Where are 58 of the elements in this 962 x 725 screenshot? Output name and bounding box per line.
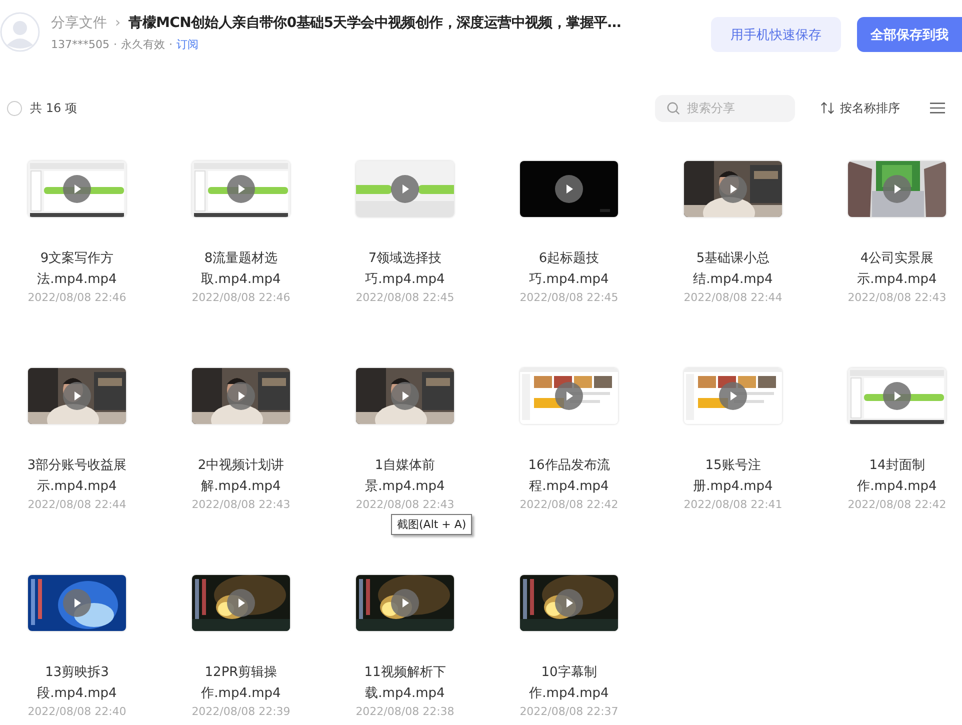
file-date: 2022/08/08 22:45 [520, 291, 618, 304]
subscribe-link[interactable]: 订阅 [176, 37, 198, 52]
sort-icon [820, 101, 835, 115]
save-all-button[interactable]: 全部保存到我 [857, 17, 962, 52]
file-name[interactable]: 4公司实景展示.mp4.mp4 [839, 248, 955, 290]
separator: · [169, 38, 172, 51]
file-date: 2022/08/08 22:43 [192, 498, 290, 511]
file-name[interactable]: 11视频解析下载.mp4.mp4 [347, 662, 463, 704]
owner-id: 137***505 [51, 38, 110, 51]
file-date: 2022/08/08 22:40 [28, 705, 126, 718]
file-date: 2022/08/08 22:44 [28, 498, 126, 511]
file-date: 2022/08/08 22:42 [520, 498, 618, 511]
file-date: 2022/08/08 22:39 [192, 705, 290, 718]
file-name[interactable]: 10字幕制作.mp4.mp4 [511, 662, 627, 704]
file-name[interactable]: 2中视频计划讲解.mp4.mp4 [183, 455, 299, 497]
file-name[interactable]: 1自媒体前景.mp4.mp4 [347, 455, 463, 497]
search-icon [666, 100, 681, 116]
file-name[interactable]: 6起标题技巧.mp4.mp4 [511, 248, 627, 290]
file-date: 2022/08/08 22:38 [356, 705, 454, 718]
item-count: 共 16 项 [30, 100, 77, 116]
validity: 永久有效 [121, 37, 165, 52]
file-name[interactable]: 7领域选择技巧.mp4.mp4 [347, 248, 463, 290]
file-date: 2022/08/08 22:43 [356, 498, 454, 511]
file-name[interactable]: 15账号注册.mp4.mp4 [675, 455, 791, 497]
play-icon[interactable] [391, 589, 419, 617]
play-icon[interactable] [227, 589, 255, 617]
file-date: 2022/08/08 22:43 [848, 291, 946, 304]
file-date: 2022/08/08 22:37 [520, 705, 618, 718]
separator: › [115, 15, 121, 31]
avatar [0, 12, 40, 52]
file-name[interactable]: 9文案写作方法.mp4.mp4 [19, 248, 135, 290]
file-name[interactable]: 5基础课小总结.mp4.mp4 [675, 248, 791, 290]
file-date: 2022/08/08 22:42 [848, 498, 946, 511]
file-date: 2022/08/08 22:45 [356, 291, 454, 304]
play-icon[interactable] [227, 382, 255, 410]
save-button[interactable]: 用手机快速保存 [711, 17, 841, 52]
file-date: 2022/08/08 22:46 [28, 291, 126, 304]
select-all-checkbox[interactable] [7, 100, 22, 116]
play-icon[interactable] [555, 589, 583, 617]
search-field[interactable]: 搜索分享 [655, 94, 795, 122]
file-name[interactable]: 14封面制作.mp4.mp4 [839, 455, 955, 497]
file-date: 2022/08/08 22:46 [192, 291, 290, 304]
file-date: 2022/08/08 22:41 [684, 498, 782, 511]
file-name[interactable]: 13剪映拆3段.mp4.mp4 [19, 662, 135, 704]
sort-button[interactable]: 按名称排序 [820, 100, 900, 116]
tooltip: 截图(Alt + A) [391, 514, 472, 535]
play-icon[interactable] [63, 382, 91, 410]
play-icon[interactable] [719, 175, 747, 203]
play-icon[interactable] [555, 175, 583, 203]
file-date: 2022/08/08 22:44 [684, 291, 782, 304]
file-name[interactable]: 12PR剪辑操作.mp4.mp4 [183, 662, 299, 704]
share-title: 青檬MCN创始人亲自带你0基础5天学会中视频创作，深度运营中视频，掌握平… [128, 14, 621, 32]
separator: · [114, 38, 117, 51]
file-name[interactable]: 8流量题材选取.mp4.mp4 [183, 248, 299, 290]
play-icon[interactable] [391, 382, 419, 410]
file-name[interactable]: 16作品发布流程.mp4.mp4 [511, 455, 627, 497]
menu-icon[interactable] [930, 102, 945, 114]
file-name[interactable]: 3部分账号收益展示.mp4.mp4 [19, 455, 135, 497]
